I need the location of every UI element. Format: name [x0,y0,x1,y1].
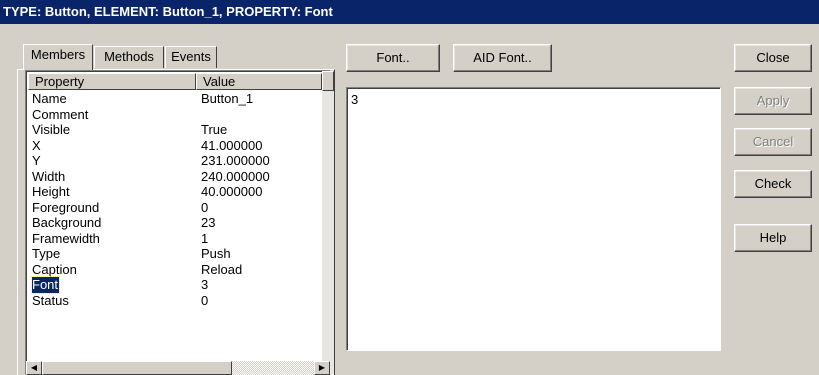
property-name: Name [32,91,67,106]
property-rows: Name Button_1 Comment Visible True X 41.000000… [30,91,330,309]
column-header-property[interactable]: Property [28,73,196,90]
check-button[interactable]: Check [734,170,812,198]
property-name: X [32,137,41,153]
property-name: Type [32,246,61,261]
property-row[interactable]: Status 0 [32,293,330,309]
property-name: Caption [32,261,77,277]
value-editor-text: 3 [351,92,359,107]
property-name: Status [32,292,69,308]
apply-button[interactable]: Apply [734,87,812,115]
property-row[interactable]: Width 240.000000 [32,169,330,185]
property-name: Height [32,184,70,199]
tab-members[interactable]: Members [23,44,93,70]
scroll-right-icon[interactable]: ▶ [314,361,330,375]
property-value: Button_1 [201,91,254,106]
property-name: Font [30,276,61,294]
cancel-button[interactable]: Cancel [734,128,812,156]
horizontal-scrollbar[interactable]: ◀ ▶ [26,361,330,375]
property-value: 0 [201,292,209,308]
property-value: 1 [201,230,209,246]
horizontal-scroll-thumb[interactable] [42,361,232,375]
value-editor[interactable]: 3 [346,87,721,351]
property-value: 41.000000 [201,137,263,153]
property-row[interactable]: Font 3 [30,276,330,294]
property-value: True [201,122,228,137]
column-header-value[interactable]: Value [196,73,322,90]
property-row[interactable]: Visible True [32,122,330,138]
property-row[interactable]: Framewidth 1 [32,231,330,247]
close-button[interactable]: Close [734,44,812,72]
property-row[interactable]: X 41.000000 [32,138,330,154]
font-button[interactable]: Font.. [346,44,440,72]
scroll-left-icon[interactable]: ◀ [26,361,42,375]
tab-events[interactable]: Events [165,46,217,68]
tab-methods[interactable]: Methods [94,46,164,68]
vertical-scrollbar[interactable] [322,71,334,375]
property-name: Y [32,153,41,168]
property-row[interactable]: Foreground 0 [32,200,330,216]
window-title: TYPE: Button, ELEMENT: Button_1, PROPERT… [0,0,819,24]
property-value: 40.000000 [201,184,263,199]
property-row[interactable]: Y 231.000000 [32,153,330,169]
property-value: Push [201,246,231,261]
property-value: 231.000000 [201,153,270,168]
property-row[interactable]: Type Push [32,246,330,262]
property-row[interactable]: Height 40.000000 [32,184,330,200]
help-button[interactable]: Help [734,224,812,252]
vertical-scroll-thumb[interactable] [322,71,334,91]
property-row[interactable]: Background 23 [32,215,330,231]
property-value: 0 [201,199,209,215]
aid-font-button[interactable]: AID Font.. [453,44,552,72]
property-row[interactable]: Comment [32,107,330,123]
property-list[interactable]: Property Value Name Button_1 Comment Visibl… [25,70,331,375]
property-row[interactable]: Caption Reload [32,262,330,278]
property-row[interactable]: Name Button_1 [32,91,330,107]
property-value: 23 [201,215,216,230]
property-name: Width [32,168,66,184]
property-value: 3 [201,277,209,292]
property-name: Foreground [32,199,100,215]
property-value: Reload [201,261,243,277]
property-name: Background [32,215,102,230]
property-name: Framewidth [32,230,100,246]
property-name: Comment [32,106,89,122]
property-name: Visible [32,122,71,137]
property-value: 240.000000 [201,168,270,184]
